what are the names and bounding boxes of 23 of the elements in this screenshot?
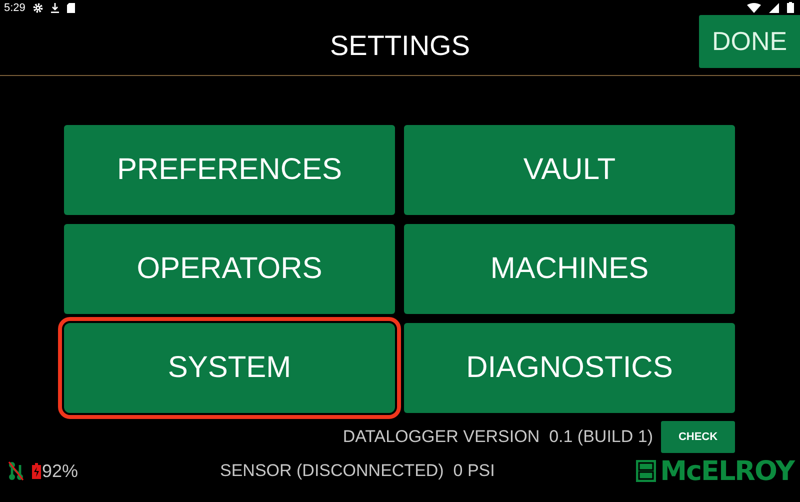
menu-tile[interactable]: OPERATORS	[64, 224, 395, 314]
sensor-status: SENSOR (DISCONNECTED) 0 PSI	[220, 461, 495, 481]
battery-icon	[32, 463, 41, 479]
battery-icon	[787, 2, 794, 13]
version-text: DATALOGGER VERSION 0.1 (BUILD 1)	[342, 427, 653, 447]
menu-tile[interactable]: MACHINES	[404, 224, 735, 314]
done-button[interactable]: DONE	[699, 15, 800, 68]
logo-icon	[636, 460, 656, 482]
menu-tile[interactable]: VAULT	[404, 125, 735, 215]
wifi-icon	[747, 2, 761, 12]
menu-tile[interactable]: PREFERENCES	[64, 125, 395, 215]
no-connection-icon	[8, 461, 24, 481]
check-button[interactable]: CHECK	[661, 421, 735, 453]
settings-icon	[33, 2, 44, 12]
menu-tile[interactable]: SYSTEM	[64, 323, 395, 413]
sd-card-icon	[67, 2, 76, 12]
clock: 5:29	[4, 2, 26, 14]
download-icon	[51, 2, 60, 12]
battery-percent: 92%	[42, 460, 78, 482]
page-title: SETTINGS	[330, 30, 470, 62]
signal-icon	[769, 2, 779, 12]
brand-logo: McELROY	[660, 456, 794, 486]
menu-tile[interactable]: DIAGNOSTICS	[404, 323, 735, 413]
